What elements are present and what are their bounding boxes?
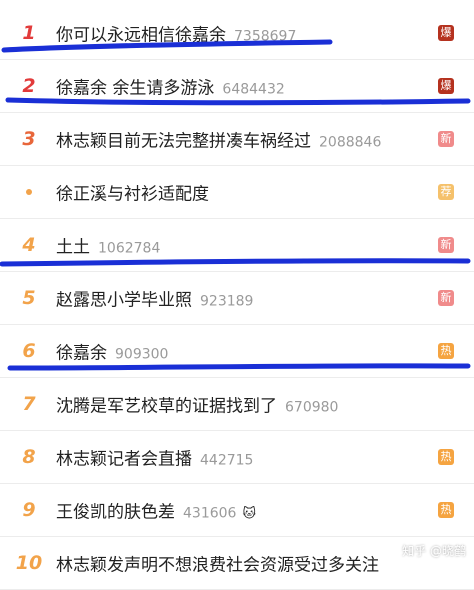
hot-item-title: 土土	[56, 237, 90, 258]
rank-number: 6	[22, 340, 36, 362]
hot-item-title-line: 徐嘉余 余生请多游泳 6484432	[56, 74, 285, 99]
rank-number: 5	[22, 287, 36, 309]
rank-number: 1	[22, 22, 36, 44]
hot-item-title: 徐嘉余	[56, 343, 107, 364]
hot-item-title: 林志颖发声明不想浪费社会资源受过多关注	[56, 555, 379, 576]
hot-item-badge: 热	[438, 502, 454, 518]
hot-item-title: 沈腾是军艺校草的证据找到了	[56, 396, 277, 417]
rank-dot-icon	[26, 189, 32, 195]
hot-search-list: 1 你可以永远相信徐嘉余 7358697 爆 2 徐嘉余 余生请多游泳 6484432 爆 3 林…	[0, 0, 474, 590]
cat-emoji-icon: 🐱	[242, 506, 257, 522]
hot-item-title-line: 沈腾是军艺校草的证据找到了 670980	[56, 392, 338, 417]
hot-item-title: 你可以永远相信徐嘉余	[56, 25, 226, 46]
hot-item-title: 徐正溪与衬衫适配度	[56, 184, 209, 205]
rank-number: 3	[22, 128, 36, 150]
hot-item-title-line: 徐嘉余 909300	[56, 339, 168, 364]
hot-item-count: 909300	[115, 346, 169, 363]
hot-item[interactable]: 1 你可以永远相信徐嘉余 7358697 爆	[0, 7, 474, 60]
hot-item[interactable]: 2 徐嘉余 余生请多游泳 6484432 爆	[0, 60, 474, 113]
hot-item[interactable]: 徐正溪与衬衫适配度 荐	[0, 166, 474, 219]
hot-item[interactable]: 4 土土 1062784 新	[0, 219, 474, 272]
hot-item-count: 2088846	[319, 134, 382, 151]
hot-item-title: 徐嘉余 余生请多游泳	[56, 78, 215, 99]
hot-item-count: 442715	[200, 452, 254, 469]
rank-number: 8	[22, 446, 36, 468]
hot-item-count: 431606	[183, 505, 237, 522]
hot-item-badge: 热	[438, 449, 454, 465]
hot-item-title: 王俊凯的肤色差	[56, 502, 175, 523]
hot-item-title: 赵露思小学毕业照	[56, 290, 192, 311]
rank-number: 7	[22, 393, 36, 415]
hot-item-title: 林志颖记者会直播	[56, 449, 192, 470]
hot-item-title-line: 林志颖记者会直播 442715	[56, 445, 253, 470]
hot-item-title-line: 徐正溪与衬衫适配度	[56, 180, 209, 205]
rank-number: 4	[22, 234, 36, 256]
hot-item-count: 1062784	[98, 240, 161, 257]
hot-item-badge: 新	[438, 131, 454, 147]
hot-item-count: 670980	[285, 399, 339, 416]
hot-item-badge: 新	[438, 237, 454, 253]
hot-item-title-line: 你可以永远相信徐嘉余 7358697	[56, 21, 296, 46]
rank-number: 10	[15, 552, 43, 574]
hot-item-count: 923189	[200, 293, 254, 310]
hot-item-badge: 新	[438, 290, 454, 306]
hot-item-count: 6484432	[222, 81, 285, 98]
watermark: 知乎 @晓鹤	[402, 544, 466, 558]
hot-item[interactable]: 5 赵露思小学毕业照 923189 新	[0, 272, 474, 325]
hot-item-badge: 热	[438, 343, 454, 359]
hot-item-title-line: 林志颖发声明不想浪费社会资源受过多关注	[56, 551, 379, 576]
hot-item-title-line: 赵露思小学毕业照 923189	[56, 286, 253, 311]
hot-item-badge: 爆	[438, 25, 454, 41]
hot-item-title: 林志颖目前无法完整拼凑车祸经过	[56, 131, 311, 152]
hot-item[interactable]: 6 徐嘉余 909300 热	[0, 325, 474, 378]
hot-item[interactable]: 7 沈腾是军艺校草的证据找到了 670980	[0, 378, 474, 431]
hot-item[interactable]: 8 林志颖记者会直播 442715 热	[0, 431, 474, 484]
rank-number: 9	[22, 499, 36, 521]
hot-item-title-line: 土土 1062784	[56, 233, 160, 258]
hot-item-count: 7358697	[234, 28, 297, 45]
hot-item-title-line: 林志颖目前无法完整拼凑车祸经过 2088846	[56, 127, 381, 152]
hot-item-badge: 荐	[438, 184, 454, 200]
hot-item[interactable]: 9 王俊凯的肤色差 431606 🐱 热	[0, 484, 474, 537]
rank-number: 2	[22, 75, 36, 97]
hot-item-title-line: 王俊凯的肤色差 431606 🐱	[56, 498, 256, 523]
hot-item-badge: 爆	[438, 78, 454, 94]
hot-item[interactable]: 3 林志颖目前无法完整拼凑车祸经过 2088846 新	[0, 113, 474, 166]
